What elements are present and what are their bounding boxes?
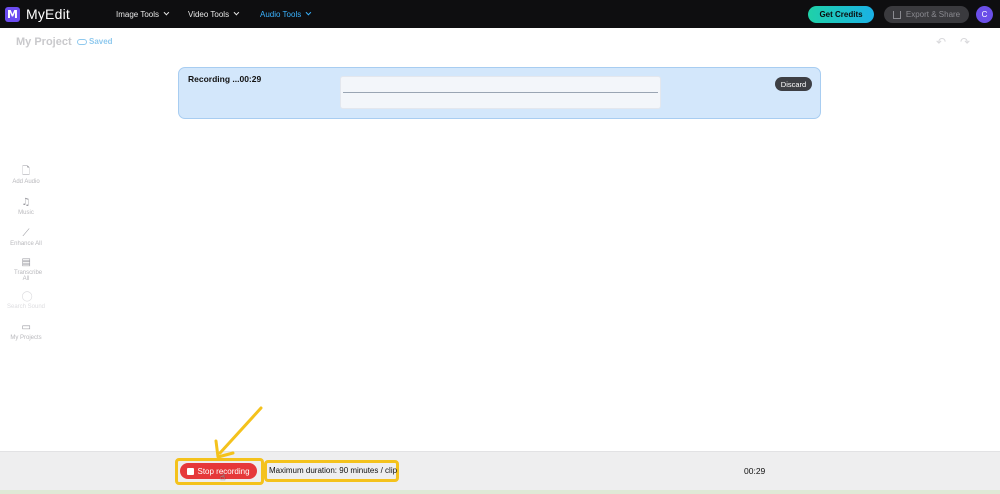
bottom-control-bar (0, 451, 1000, 491)
logo-icon: M (5, 6, 20, 22)
nav-audio-tools[interactable]: Audio Tools (260, 0, 312, 28)
cloud-icon (77, 38, 87, 45)
transcribe-icon: ▤ (21, 257, 31, 268)
chevron-down-icon (233, 9, 240, 16)
sidebar-item-search-sound: ◯ Search Sound (6, 291, 46, 311)
recording-status: Recording ...00:29 (188, 74, 262, 84)
sidebar-item-label: Transcribe All (14, 270, 43, 282)
waveform-line (343, 92, 658, 93)
recording-timer: 00:29 (744, 466, 766, 476)
logo[interactable]: M MyEdit (5, 6, 70, 22)
avatar[interactable]: C (976, 6, 993, 23)
sidebar-item-music[interactable]: ♫ Music (6, 197, 46, 217)
max-duration-note: Maximum duration: 90 minutes / clip (269, 466, 398, 475)
export-share-button[interactable]: Export & Share (884, 6, 969, 23)
bottom-accent-strip (0, 490, 1000, 494)
sidebar-item-label: My Projects (10, 335, 42, 341)
export-share-label: Export & Share (905, 10, 961, 19)
sidebar-item-label: Search Sound (6, 304, 46, 310)
get-credits-button[interactable]: Get Credits (808, 6, 874, 23)
sidebar-item-enhance-all[interactable]: ⟋ Enhance All (6, 228, 46, 248)
redo-icon[interactable]: ↷ (960, 36, 972, 48)
waveform-display (340, 76, 661, 109)
sidebar-item-label: Enhance All (10, 241, 42, 247)
magic-wand-icon: ⟋ (22, 228, 30, 239)
sidebar-item-label: Add Audio (12, 179, 40, 185)
search-sound-icon: ◯ (21, 291, 33, 302)
music-icon: ♫ (21, 197, 31, 208)
app-name: MyEdit (26, 6, 70, 22)
sidebar-item-my-projects[interactable]: ▭ My Projects (6, 322, 46, 342)
chevron-down-icon (305, 9, 312, 16)
mouse-pointer-icon: ☝ (220, 473, 226, 483)
export-icon (892, 10, 901, 19)
discard-button[interactable]: Discard (775, 77, 812, 91)
nav-audio-tools-label: Audio Tools (260, 9, 302, 19)
stop-recording-button[interactable]: Stop recording (180, 463, 257, 479)
recording-panel: Recording ...00:29 Discard (178, 67, 821, 119)
save-status: Saved (77, 37, 113, 46)
add-audio-icon: 🗋 (21, 166, 31, 177)
undo-icon[interactable]: ↶ (936, 36, 948, 48)
stop-icon (187, 467, 195, 475)
project-title[interactable]: My Project (16, 36, 72, 48)
annotation-arrow-icon (214, 406, 263, 459)
chevron-down-icon (163, 9, 170, 16)
sidebar-item-transcribe-all[interactable]: ▤ Transcribe All (6, 257, 46, 283)
save-status-label: Saved (89, 37, 113, 46)
folder-icon: ▭ (21, 322, 31, 333)
nav-video-tools-label: Video Tools (188, 9, 230, 19)
top-nav-bar: M MyEdit Image Tools Video Tools Audio T… (0, 0, 1000, 28)
sidebar-item-add-audio[interactable]: 🗋 Add Audio (6, 166, 46, 186)
nav-image-tools-label: Image Tools (116, 9, 159, 19)
nav-image-tools[interactable]: Image Tools (116, 0, 170, 28)
nav-video-tools[interactable]: Video Tools (188, 0, 240, 28)
sidebar-item-label: Music (18, 210, 34, 216)
